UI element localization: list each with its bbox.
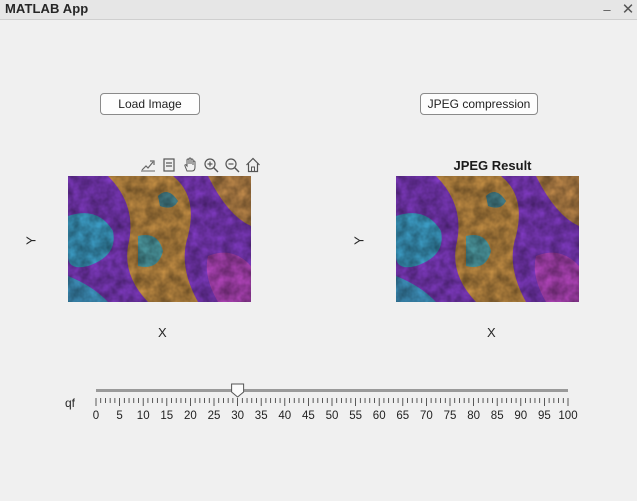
jpeg-compression-button[interactable]: JPEG compression bbox=[420, 93, 538, 115]
title-bar: MATLAB App – ✕ bbox=[0, 0, 637, 20]
zoom-in-icon[interactable] bbox=[202, 156, 220, 174]
slider-tick-label: 35 bbox=[255, 410, 268, 422]
pan-icon[interactable] bbox=[181, 156, 199, 174]
slider-tick-label: 5 bbox=[116, 410, 122, 422]
slider-tick-label: 80 bbox=[467, 410, 480, 422]
slider-tick-label: 55 bbox=[349, 410, 362, 422]
datatip-icon[interactable] bbox=[160, 156, 178, 174]
slider-tick-label: 0 bbox=[93, 410, 99, 422]
slider-thumb[interactable] bbox=[231, 383, 245, 398]
slider-tick-label: 95 bbox=[538, 410, 551, 422]
slider-tick-label: 65 bbox=[396, 410, 409, 422]
slider-tick-label: 85 bbox=[491, 410, 504, 422]
right-axes-ylabel: Y bbox=[351, 236, 367, 245]
slider-tick-label: 30 bbox=[231, 410, 244, 422]
slider-tick-label: 45 bbox=[302, 410, 315, 422]
minimize-button[interactable]: – bbox=[599, 1, 615, 19]
slider-label: qf bbox=[65, 396, 76, 410]
slider-tick-label: 100 bbox=[558, 410, 577, 422]
original-image-canvas bbox=[68, 176, 251, 302]
slider-tick-label: 60 bbox=[373, 410, 386, 422]
slider-tick-label: 75 bbox=[444, 410, 457, 422]
slider-tick-label: 20 bbox=[184, 410, 197, 422]
jpeg-result-image[interactable] bbox=[396, 176, 579, 302]
right-axes-xlabel: X bbox=[487, 325, 496, 340]
left-axes-ylabel: Y bbox=[23, 236, 39, 245]
export-icon[interactable] bbox=[139, 156, 157, 174]
slider-tick-label: 90 bbox=[514, 410, 527, 422]
home-icon[interactable] bbox=[244, 156, 262, 174]
left-axes-xlabel: X bbox=[158, 325, 167, 340]
slider-tick-label: 70 bbox=[420, 410, 433, 422]
slider-tick-label: 10 bbox=[137, 410, 150, 422]
jpeg-result-canvas bbox=[396, 176, 579, 302]
app-window: MATLAB App – ✕ Load Image JPEG compressi… bbox=[0, 0, 637, 501]
right-axes-title: JPEG Result bbox=[453, 158, 532, 173]
slider-tick-label: 40 bbox=[278, 410, 291, 422]
close-button[interactable]: ✕ bbox=[620, 1, 636, 19]
qf-slider[interactable]: 0 5 10 15 20 25 30 35 40 45 50 55 60 65 70 75 80 85 90 95 10… bbox=[86, 380, 581, 426]
slider-track[interactable] bbox=[96, 389, 568, 392]
slider-tick-label: 15 bbox=[160, 410, 173, 422]
slider-tick-label: 50 bbox=[326, 410, 339, 422]
original-image[interactable] bbox=[68, 176, 251, 302]
zoom-out-icon[interactable] bbox=[223, 156, 241, 174]
slider-tick-label: 25 bbox=[208, 410, 221, 422]
axes-toolbar bbox=[139, 156, 262, 174]
window-title: MATLAB App bbox=[5, 1, 89, 16]
load-image-button[interactable]: Load Image bbox=[100, 93, 200, 115]
